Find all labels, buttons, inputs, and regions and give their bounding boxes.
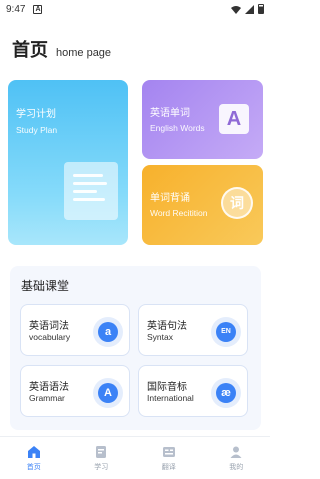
section-title: 基础课堂 xyxy=(21,279,70,293)
tab-study[interactable]: 学习 xyxy=(68,437,136,479)
basic-classroom-section: 基础课堂 英语词法 vocabulary a 英语句法 Syntax EN 英语… xyxy=(10,266,261,430)
home-icon xyxy=(27,446,40,458)
english-words-card[interactable]: 英语单词 English Words A xyxy=(142,80,263,159)
wifi-icon xyxy=(231,5,241,14)
course-subtitle: vocabulary xyxy=(29,332,71,342)
course-vocabulary[interactable]: 英语词法 vocabulary a xyxy=(20,304,130,356)
grammar-icon: A xyxy=(98,383,118,403)
vocabulary-icon: a xyxy=(98,322,118,342)
translate-icon xyxy=(162,447,175,457)
course-subtitle: Syntax xyxy=(147,332,173,342)
tab-home[interactable]: 首页 xyxy=(0,437,68,479)
status-time: 9:47 xyxy=(6,3,26,15)
document-icon xyxy=(64,162,118,220)
course-title: 英语词法 xyxy=(29,321,69,332)
course-title: 英语句法 xyxy=(147,321,187,332)
course-phonetics[interactable]: 国际音标 International æ xyxy=(138,365,248,417)
user-icon xyxy=(230,446,242,458)
word-recitation-title: 单词背诵 xyxy=(150,193,190,204)
status-indicators xyxy=(231,4,264,14)
bottom-tab-bar: 首页 学习 翻译 我的 xyxy=(0,436,270,479)
tab-label: 我的 xyxy=(229,464,244,471)
syntax-icon: EN xyxy=(216,322,236,342)
page-header: 首页 home page xyxy=(12,36,111,62)
status-bar: 9:47 A xyxy=(0,0,270,18)
phonetics-icon: æ xyxy=(216,383,236,403)
course-syntax[interactable]: 英语句法 Syntax EN xyxy=(138,304,248,356)
study-plan-card[interactable]: 学习计划 Study Plan xyxy=(8,80,128,245)
tab-profile[interactable]: 我的 xyxy=(203,437,271,479)
course-subtitle: International xyxy=(147,393,194,403)
course-grammar[interactable]: 英语语法 Grammar A xyxy=(20,365,130,417)
study-plan-subtitle: Study Plan xyxy=(16,125,58,135)
course-title: 国际音标 xyxy=(147,382,187,393)
course-title: 英语语法 xyxy=(29,382,69,393)
battery-icon xyxy=(258,4,264,14)
letter-a-icon: A xyxy=(219,104,249,134)
signal-icon xyxy=(245,4,254,14)
notification-icon: A xyxy=(33,4,43,14)
tab-label: 翻译 xyxy=(161,464,176,471)
page-title: 首页 xyxy=(12,40,48,60)
tab-translate[interactable]: 翻译 xyxy=(135,437,203,479)
speech-bubble-icon: 词 xyxy=(221,187,253,219)
tab-label: 学习 xyxy=(94,464,109,471)
book-icon xyxy=(96,446,107,458)
english-words-title: 英语单词 xyxy=(150,108,190,119)
english-words-subtitle: English Words xyxy=(150,123,205,133)
word-recitation-card[interactable]: 单词背诵 Word Recitition 词 xyxy=(142,165,263,245)
word-recitation-subtitle: Word Recitition xyxy=(150,208,208,218)
study-plan-title: 学习计划 xyxy=(16,109,56,120)
tab-label: 首页 xyxy=(26,464,41,471)
page-subtitle: home page xyxy=(56,47,112,59)
course-subtitle: Grammar xyxy=(29,393,65,403)
